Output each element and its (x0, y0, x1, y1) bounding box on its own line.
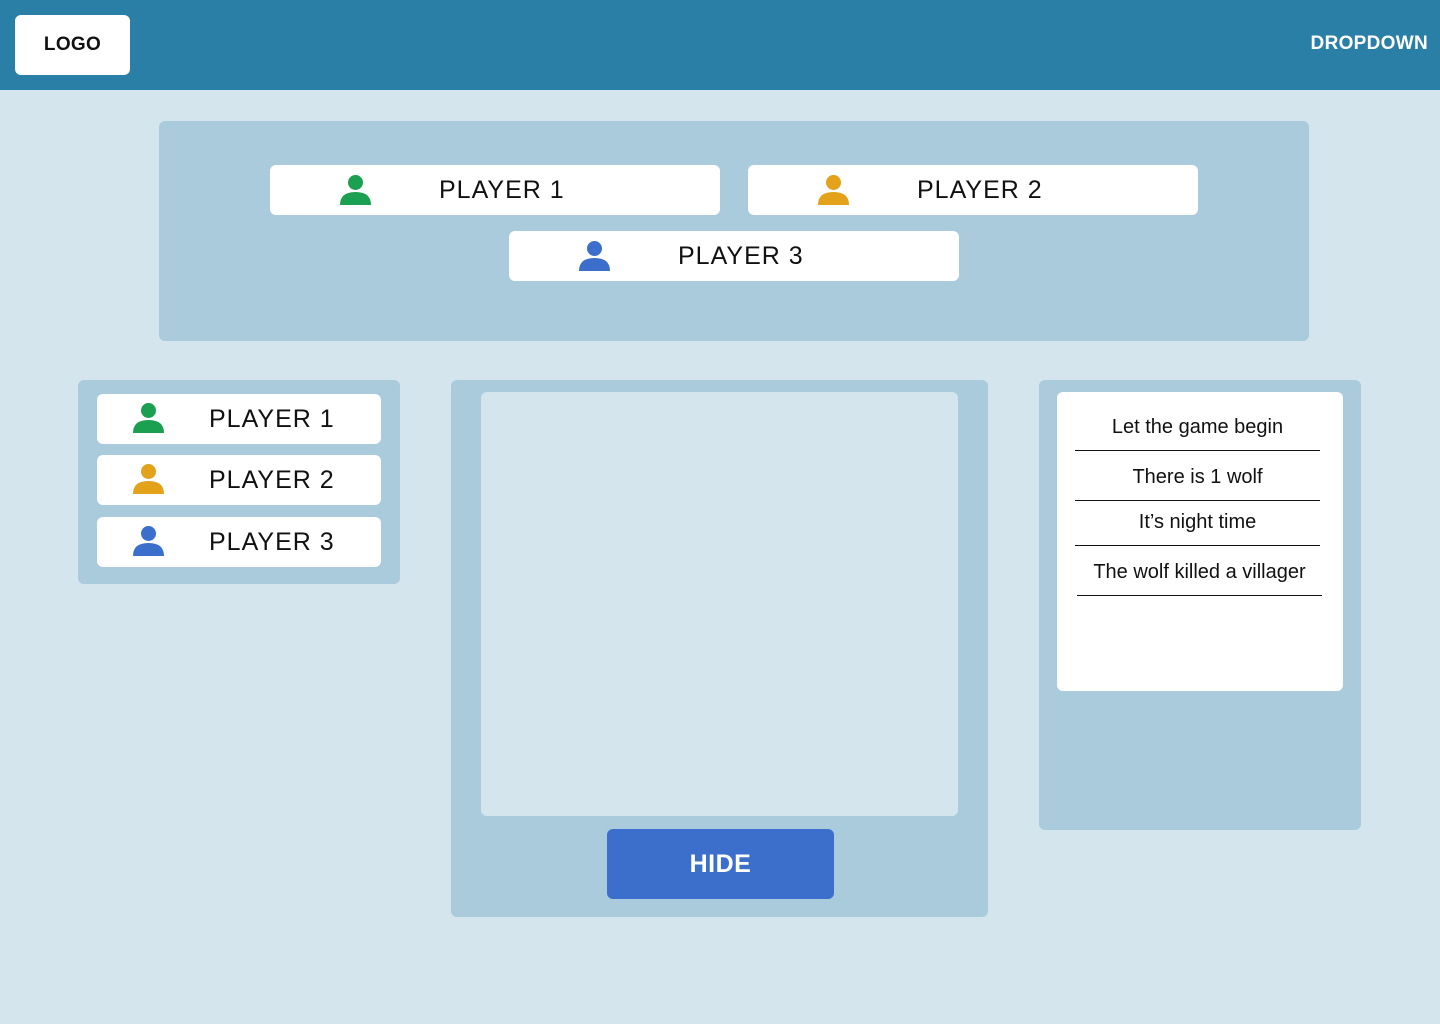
player-name: PLAYER 3 (678, 242, 804, 270)
user-icon (818, 175, 849, 205)
user-icon (133, 464, 164, 494)
player-name: PLAYER 1 (209, 405, 335, 433)
hide-button[interactable]: HIDE (607, 829, 834, 899)
user-icon (579, 241, 610, 271)
player-name: PLAYER 2 (209, 466, 335, 494)
player-list-item-1[interactable]: PLAYER 1 (97, 394, 381, 444)
game-panel: HIDE (451, 380, 988, 917)
log-entry: It’s night time (1075, 511, 1320, 546)
players-overview-panel: PLAYER 1 PLAYER 2 PLAYER 3 (159, 121, 1309, 341)
player-name: PLAYER 3 (209, 528, 335, 556)
log-entry: There is 1 wolf (1075, 466, 1320, 501)
game-board[interactable] (481, 392, 958, 816)
players-list-panel: PLAYER 1 PLAYER 2 PLAYER 3 (78, 380, 400, 584)
game-log-panel: Let the game begin There is 1 wolf It’s … (1039, 380, 1361, 830)
top-header: LOGO DROPDOWN (0, 0, 1440, 90)
player-list-item-2[interactable]: PLAYER 2 (97, 455, 381, 505)
logo[interactable]: LOGO (15, 15, 130, 75)
log-entry: The wolf killed a villager (1077, 561, 1322, 596)
dropdown-menu[interactable]: DROPDOWN (1311, 33, 1428, 55)
player-name: PLAYER 1 (439, 176, 565, 204)
player-card-1[interactable]: PLAYER 1 (270, 165, 720, 215)
player-card-3[interactable]: PLAYER 3 (509, 231, 959, 281)
game-log: Let the game begin There is 1 wolf It’s … (1057, 392, 1343, 691)
player-card-2[interactable]: PLAYER 2 (748, 165, 1198, 215)
player-name: PLAYER 2 (917, 176, 1043, 204)
player-list-item-3[interactable]: PLAYER 3 (97, 517, 381, 567)
user-icon (133, 526, 164, 556)
user-icon (340, 175, 371, 205)
user-icon (133, 403, 164, 433)
log-entry: Let the game begin (1075, 416, 1320, 451)
